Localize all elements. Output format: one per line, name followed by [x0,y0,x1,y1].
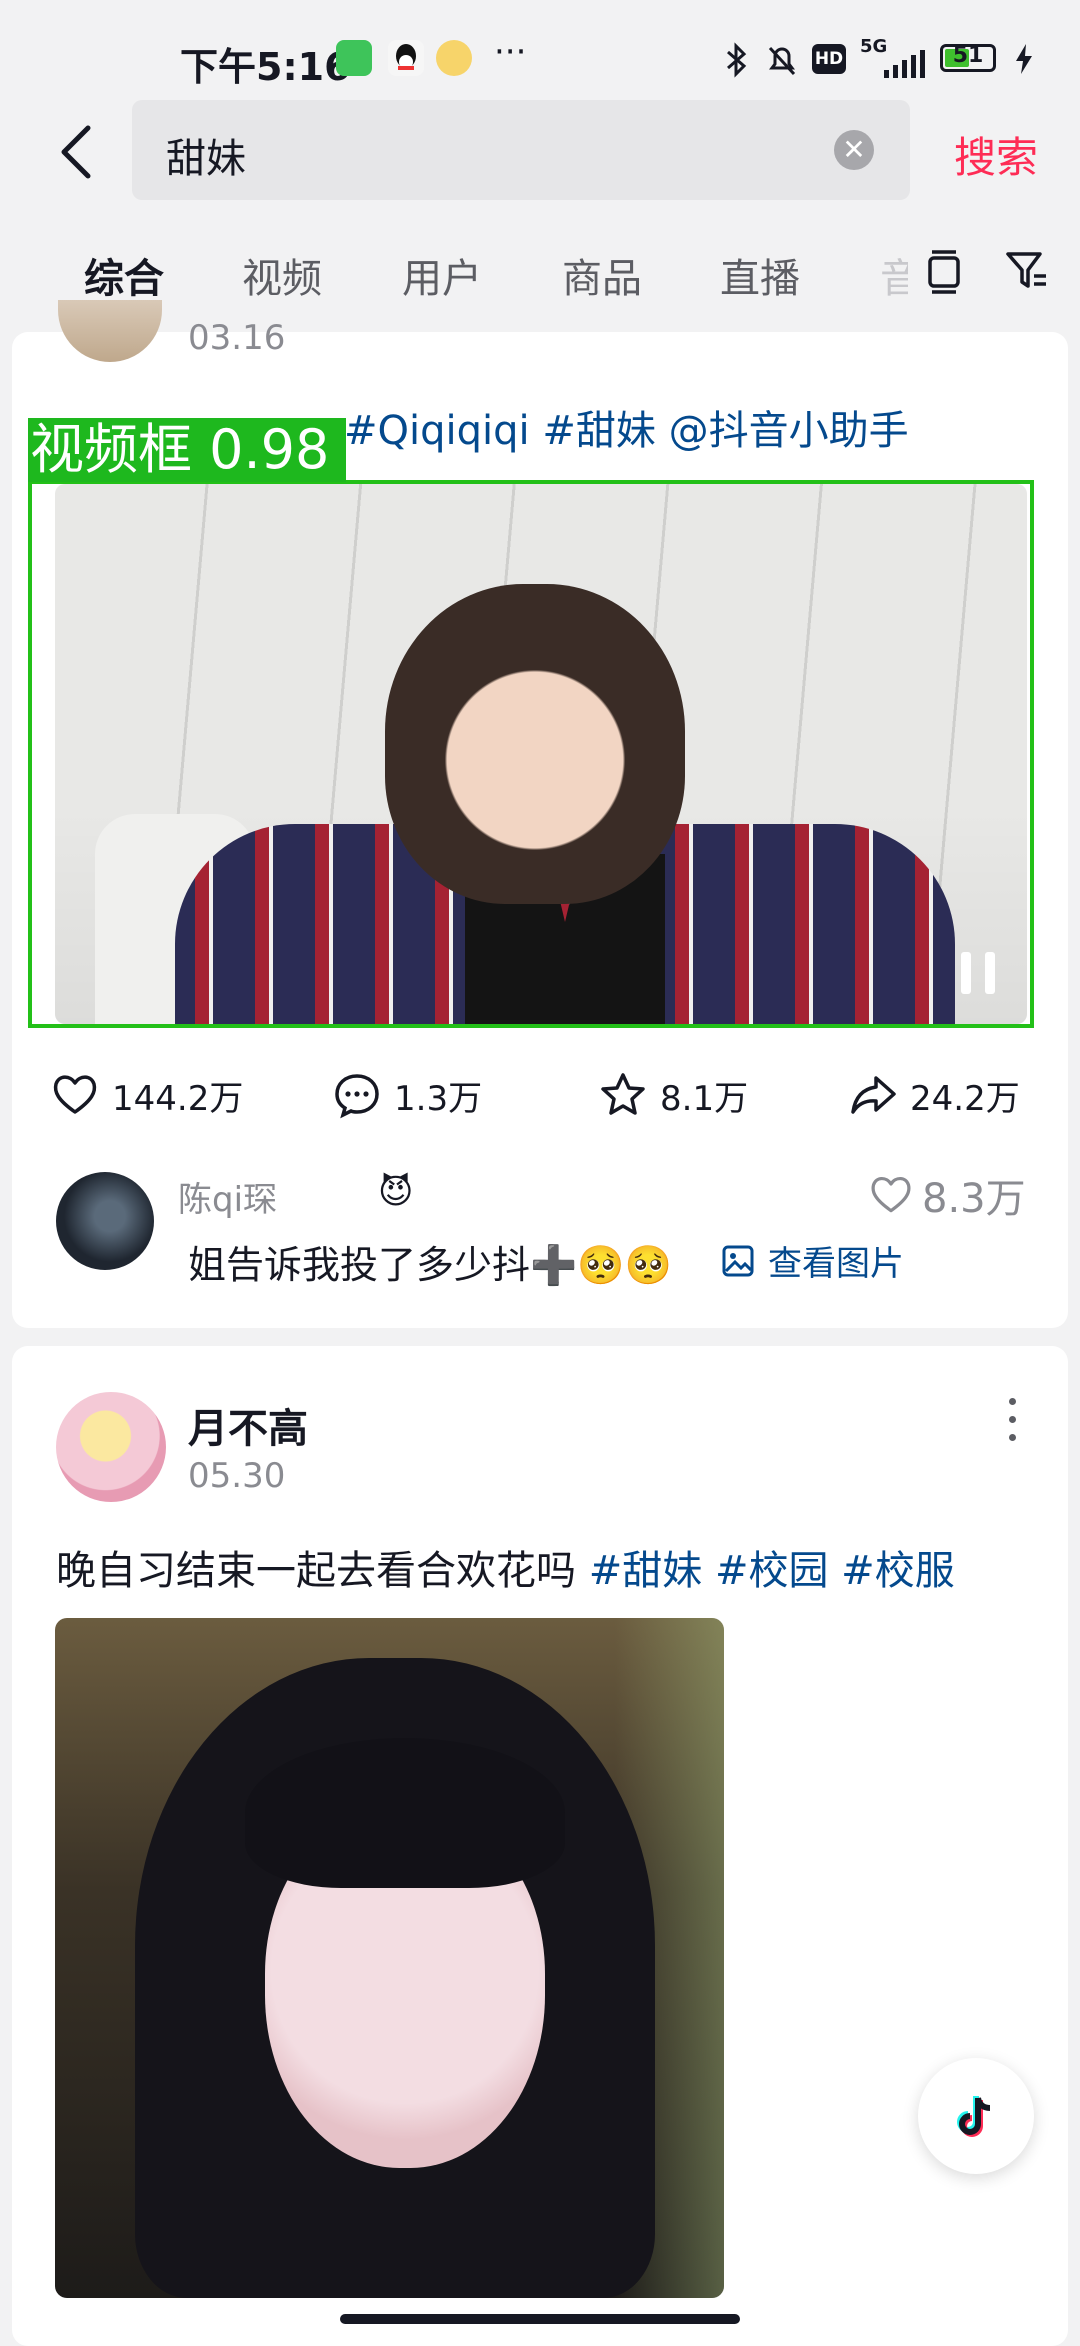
tab-music-partial[interactable]: 音 [880,246,908,304]
share-count: 24.2万 [910,1078,1020,1119]
author-avatar[interactable] [56,1392,166,1502]
layout-icon[interactable] [924,248,964,300]
comment-text: 姐告诉我投了多少抖➕🥺🥺 [188,1243,672,1287]
comment-button[interactable]: 1.3万 [332,1070,482,1120]
view-image-link[interactable]: 查看图片 [720,1236,904,1285]
video-thumbnail[interactable] [55,1618,724,2298]
image-icon [722,1245,754,1276]
bluetooth-icon [722,42,750,82]
comment-like-count: 8.3万 [922,1176,1026,1222]
share-button[interactable]: 24.2万 [848,1070,1020,1120]
comment-count: 1.3万 [394,1078,483,1119]
video-figure [245,1738,565,1888]
clear-icon[interactable]: ✕ [834,130,874,170]
commenter-emoji: 😈 [378,1172,414,1212]
tab-comprehensive[interactable]: 综合 [84,246,164,304]
favorite-count: 8.1万 [660,1078,749,1119]
heart-icon [871,1176,911,1213]
hd-badge: HD [812,44,846,74]
filter-icon[interactable] [1004,248,1048,296]
more-icon[interactable] [1006,1398,1018,1442]
post-date: 03.16 [188,318,286,358]
commenter-avatar[interactable] [56,1172,154,1270]
favorite-button[interactable]: 8.1万 [598,1070,748,1120]
share-icon [851,1076,896,1114]
search-button[interactable]: 搜索 [954,124,1038,185]
silent-bell-icon [764,42,800,82]
comment-icon [335,1074,379,1119]
tab-live[interactable]: 直播 [720,246,800,304]
detection-box [28,480,1034,1028]
tab-video[interactable]: 视频 [242,246,322,304]
detection-label: 视频框 0.98 [28,418,346,482]
battery-indicator: 51 [940,43,996,72]
back-icon [61,125,91,179]
search-input[interactable] [132,100,910,200]
star-icon [601,1073,645,1115]
tab-products[interactable]: 商品 [562,246,642,304]
signal-icon [880,50,930,82]
status-bar: 下午5:16 ··· HD 5G 51 [0,0,1080,100]
more-notifications-icon: ··· [494,32,527,72]
charging-icon [1014,44,1034,78]
tiktok-icon [957,2096,991,2137]
back-button[interactable] [50,122,110,182]
qq-icon [388,40,424,76]
post-date: 05.30 [188,1456,286,1496]
like-count: 144.2万 [112,1078,244,1119]
post-caption-tags[interactable]: #Qiqiqiqi #甜妹 @抖音小助手 [344,398,909,456]
search-query-text: 甜妹 [166,136,246,182]
status-time: 下午5:16 [180,45,351,89]
tab-users[interactable]: 用户 [402,246,482,304]
58-app-icon [436,40,472,76]
app-notification-icon [336,40,372,76]
heart-icon [53,1075,97,1114]
comment-like-button[interactable]: 8.3万 [868,1166,1026,1224]
home-indicator[interactable] [340,2314,740,2324]
commenter-name[interactable]: 陈qi琛 [178,1172,277,1221]
author-name[interactable]: 月不高 [188,1396,308,1454]
tiktok-floating-button[interactable] [918,2058,1034,2174]
like-button[interactable]: 144.2万 [50,1070,243,1120]
post-caption[interactable]: 晚自习结束一起去看合欢花吗 #甜妹 #校园 #校服 [56,1538,955,1596]
